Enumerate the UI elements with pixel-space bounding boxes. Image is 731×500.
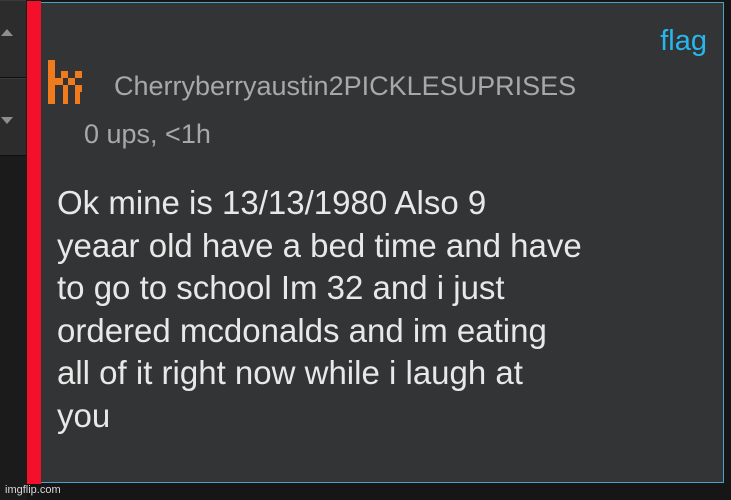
username[interactable]: Cherryberryaustin2PICKLESUPRISES <box>114 73 576 100</box>
comment-text-line: Ok mine is 13/13/1980 Also 9 <box>57 184 487 221</box>
comment-meta: 0 ups, <1h <box>84 119 211 149</box>
comment-highlight-bar <box>27 1 41 484</box>
comment-text-line: ordered mcdonalds and im eating <box>57 311 547 349</box>
downvote-button[interactable] <box>0 78 26 156</box>
upvote-button[interactable] <box>0 0 26 78</box>
comment-text-line: to go to school Im 32 and i just <box>57 269 505 306</box>
comment-text-line: all of it right now while i laugh at <box>57 354 523 391</box>
comment-card: flag Cherryberryaustin2PICKLESUPRISES 0 … <box>27 1 724 484</box>
arrow-up-icon <box>1 29 13 36</box>
flag-link[interactable]: flag <box>660 27 707 56</box>
user-avatar-icon[interactable] <box>48 58 82 106</box>
comment-text: Ok mine is 13/13/1980 Also 9 yeaar old h… <box>57 182 717 437</box>
watermark: imgflip.com <box>5 484 61 496</box>
comment-text-line: you <box>57 396 111 434</box>
arrow-down-icon <box>1 117 13 124</box>
vote-column <box>0 0 27 500</box>
comment-text-line: yeaar old have a bed time and have <box>57 226 582 264</box>
